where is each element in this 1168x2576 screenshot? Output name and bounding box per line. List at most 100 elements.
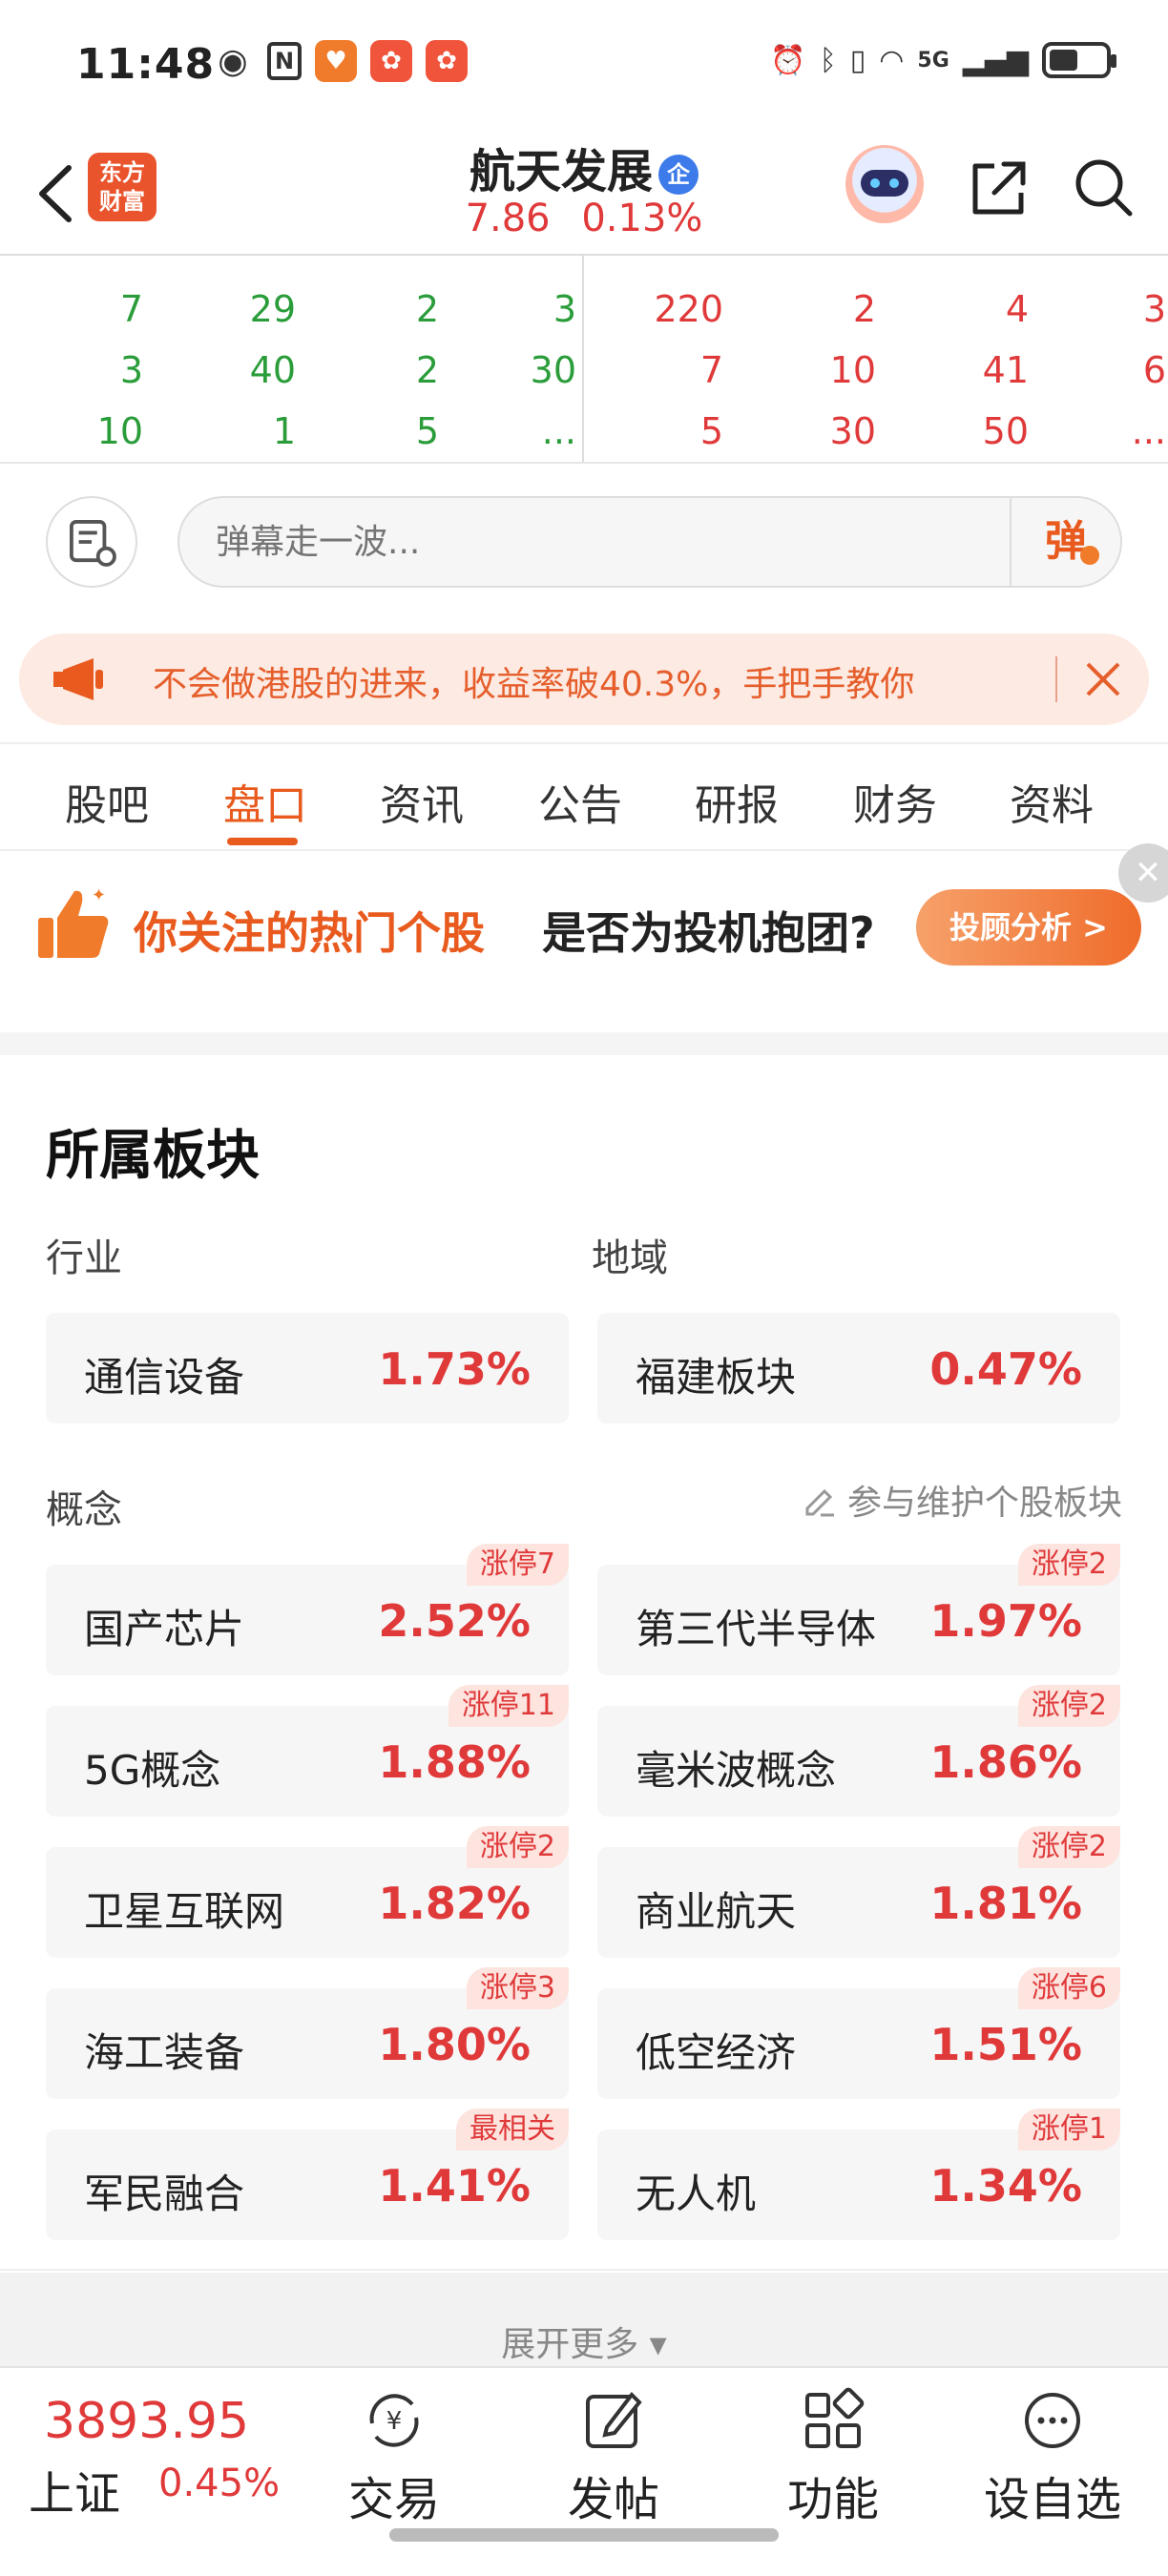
tab-research[interactable]: 研报 — [695, 771, 779, 832]
limit-up-badge: 涨停11 — [448, 1685, 569, 1727]
nav-watchlist[interactable]: 设自选 — [971, 2378, 1134, 2528]
order-cell: 41 — [982, 349, 1029, 391]
limit-up-badge: 涨停6 — [1017, 1967, 1120, 2009]
maintain-sector-link[interactable]: 参与维护个股板块 — [802, 1475, 1122, 1525]
concept-tile[interactable]: 涨停1 无人机 1.34% — [597, 2109, 1120, 2240]
nav-functions[interactable]: 功能 — [752, 2378, 914, 2528]
status-time: 11:48 — [76, 40, 216, 89]
share-icon[interactable] — [966, 155, 1032, 221]
nav-label: 功能 — [786, 2473, 879, 2526]
order-cell: 3 — [1142, 288, 1166, 330]
promo-banner[interactable]: 不会做港股的进来，收益率破40.3%，手把手教你 — [19, 634, 1149, 725]
tile-name: 国产芯片 — [84, 1606, 245, 1652]
vibrate-icon: ▯ — [849, 43, 866, 77]
tile-pct: 1.82% — [378, 1878, 531, 1929]
tab-finance[interactable]: 财务 — [853, 771, 937, 832]
nav-post[interactable]: 发帖 — [532, 2378, 695, 2528]
industry-tile[interactable]: 通信设备 1.73% — [46, 1313, 569, 1423]
ai-assistant-icon[interactable] — [845, 145, 924, 223]
concept-tile[interactable]: 最相关 军民融合 1.41% — [46, 2109, 569, 2240]
concept-tile[interactable]: 涨停7 国产芯片 2.52% — [46, 1544, 569, 1675]
post-icon — [586, 2391, 642, 2448]
tile-name: 福建板块 — [636, 1354, 797, 1401]
index-pct: 0.45% — [158, 2462, 281, 2505]
concept-tile[interactable]: 涨停2 商业航天 1.81% — [597, 1826, 1120, 1958]
banner-close-icon[interactable]: ✕ — [1118, 843, 1168, 903]
limit-up-badge: 涨停2 — [1017, 1826, 1120, 1868]
notification-icons: ◉ N ♥ ✿ ✿ — [212, 40, 468, 82]
concept-tile[interactable]: 涨停2 卫星互联网 1.82% — [46, 1826, 569, 1958]
order-cell: 4 — [1005, 288, 1029, 330]
tab-guba[interactable]: 股吧 — [65, 771, 149, 832]
section-divider — [0, 2269, 1168, 2271]
promo-divider — [1055, 656, 1057, 702]
check-icon — [1080, 546, 1099, 565]
tab-pankou[interactable]: 盘口 — [223, 771, 307, 832]
limit-up-badge: 涨停2 — [466, 1826, 569, 1868]
order-cell: 30 — [829, 410, 876, 452]
nav-trade[interactable]: ¥ 交易 — [313, 2378, 475, 2528]
concept-tile[interactable]: 涨停6 低空经济 1.51% — [597, 1967, 1120, 2099]
index-value: 3893.95 — [44, 2393, 250, 2450]
danmu-send-button[interactable]: 弹 — [1010, 498, 1120, 586]
concept-tile[interactable]: 涨停2 毫米波概念 1.86% — [597, 1685, 1120, 1817]
tab-profile[interactable]: 资料 — [1010, 771, 1094, 832]
concept-tile[interactable]: 涨停2 第三代半导体 1.97% — [597, 1544, 1120, 1675]
banner-headline: 你关注的热门个股 — [134, 907, 485, 959]
advisor-analysis-button[interactable]: 投顾分析 > — [916, 889, 1141, 966]
tile-pct: 1.81% — [929, 1878, 1082, 1929]
tile-name: 毫米波概念 — [636, 1747, 837, 1794]
edit-icon — [805, 1488, 834, 1517]
alarm-icon: ⏰ — [770, 43, 806, 77]
nav-label: 设自选 — [983, 2473, 1121, 2526]
home-indicator[interactable] — [389, 2528, 779, 2542]
close-icon[interactable] — [1078, 654, 1128, 704]
order-cell: ... — [541, 410, 576, 452]
order-cell: 2 — [415, 349, 439, 391]
concept-label: 概念 — [46, 1488, 122, 1532]
sector-section: 所属板块 行业 地域 通信设备 1.73% 福建板块 0.47% 概念 参与维护… — [0, 1032, 1168, 2273]
stock-header: 东方 财富 航天发展企 7.86 0.13% — [0, 134, 1168, 254]
tab-announcements[interactable]: 公告 — [538, 771, 622, 832]
status-bar: 11:48 ◉ N ♥ ✿ ✿ ⏰ ᛒ ▯ ◠ 5G ▂▄▆ — [0, 0, 1168, 134]
order-cell: 6 — [1142, 349, 1166, 391]
danmu-input[interactable] — [177, 496, 1122, 588]
tile-name: 军民融合 — [84, 2171, 245, 2217]
order-row: 220 2 4 3 — [584, 277, 1168, 338]
search-icon[interactable] — [1071, 155, 1137, 221]
limit-up-badge: 涨停7 — [466, 1544, 569, 1586]
tile-pct: 1.34% — [929, 2160, 1082, 2212]
tile-name: 卫星互联网 — [84, 1888, 285, 1935]
tile-name: 低空经济 — [636, 2029, 797, 2076]
limit-up-badge: 涨停3 — [466, 1967, 569, 2009]
order-row: 5 30 50 ... — [584, 399, 1168, 460]
order-row: 3 40 2 30 — [0, 338, 582, 399]
megaphone-icon — [53, 658, 103, 700]
order-cell: 3 — [119, 349, 143, 391]
order-cell: 1 — [272, 410, 296, 452]
concept-tile[interactable]: 涨停3 海工装备 1.80% — [46, 1967, 569, 2099]
tile-pct: 1.51% — [929, 2019, 1082, 2070]
thumbs-up-icon: ✦ — [38, 885, 109, 958]
battery-icon — [1042, 42, 1116, 78]
danmu-bar: 弹 — [0, 462, 1168, 614]
stock-tabs: 股吧 盘口 资讯 公告 研报 财务 资料 — [0, 742, 1168, 851]
nav-label: 交易 — [347, 2473, 440, 2526]
trade-icon: ¥ — [369, 2394, 419, 2447]
order-cell: 5 — [699, 410, 723, 452]
note-settings-icon[interactable] — [46, 496, 137, 588]
tab-news[interactable]: 资讯 — [380, 771, 464, 832]
limit-up-badge: 涨停1 — [1017, 2109, 1120, 2150]
more-icon — [1025, 2393, 1080, 2448]
order-cell: 5 — [415, 410, 439, 452]
concept-tile[interactable]: 涨停11 5G概念 1.88% — [46, 1685, 569, 1817]
region-tile[interactable]: 福建板块 0.47% — [597, 1313, 1120, 1423]
order-book-sell: 220 2 4 3 7 10 41 6 5 30 50 ... — [584, 256, 1168, 462]
tile-pct: 1.80% — [378, 2019, 531, 2070]
bottom-nav: 3893.95 上证 0.45% ¥ 交易 发帖 功能 设自选 — [0, 2366, 1168, 2576]
order-cell: ... — [1131, 410, 1166, 452]
advisor-banner[interactable]: ✦ 你关注的热门个股 是否为投机抱团? 投顾分析 > ✕ — [0, 843, 1168, 1032]
grid-icon — [805, 2387, 865, 2448]
tile-pct: 1.88% — [378, 1736, 531, 1788]
expand-more-button[interactable]: 展开更多 ▾ — [0, 2316, 1168, 2366]
